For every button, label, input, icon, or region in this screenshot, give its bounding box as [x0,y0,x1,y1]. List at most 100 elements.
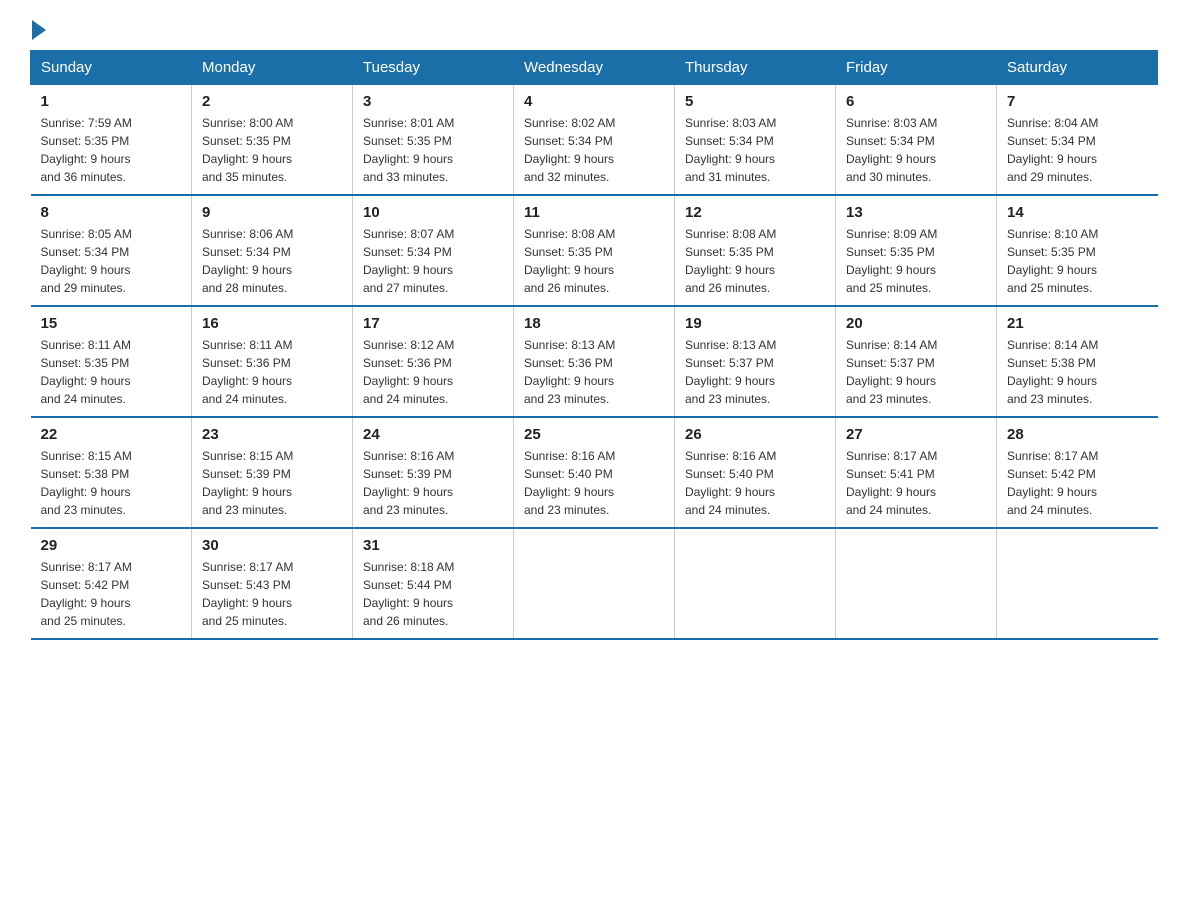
day-number: 5 [685,93,825,110]
day-number: 11 [524,204,664,221]
calendar-cell: 21 Sunrise: 8:14 AMSunset: 5:38 PMDayligh… [997,306,1158,417]
day-number: 20 [846,315,986,332]
calendar-cell: 22 Sunrise: 8:15 AMSunset: 5:38 PMDayligh… [31,417,192,528]
calendar-cell: 3 Sunrise: 8:01 AMSunset: 5:35 PMDaylight… [353,85,514,196]
weekday-header-saturday: Saturday [997,51,1158,85]
day-number: 12 [685,204,825,221]
calendar-cell: 5 Sunrise: 8:03 AMSunset: 5:34 PMDaylight… [675,85,836,196]
logo-arrow-icon [32,20,46,40]
weekday-header-wednesday: Wednesday [514,51,675,85]
day-number: 27 [846,426,986,443]
day-number: 29 [41,537,182,554]
calendar-cell: 16 Sunrise: 8:11 AMSunset: 5:36 PMDayligh… [192,306,353,417]
calendar-cell: 27 Sunrise: 8:17 AMSunset: 5:41 PMDayligh… [836,417,997,528]
calendar-cell: 11 Sunrise: 8:08 AMSunset: 5:35 PMDayligh… [514,195,675,306]
day-info: Sunrise: 8:18 AMSunset: 5:44 PMDaylight:… [363,560,454,628]
calendar-cell: 23 Sunrise: 8:15 AMSunset: 5:39 PMDayligh… [192,417,353,528]
day-info: Sunrise: 8:10 AMSunset: 5:35 PMDaylight:… [1007,227,1098,295]
day-info: Sunrise: 8:13 AMSunset: 5:37 PMDaylight:… [685,338,776,406]
week-row: 15 Sunrise: 8:11 AMSunset: 5:35 PMDayligh… [31,306,1158,417]
day-number: 8 [41,204,182,221]
day-info: Sunrise: 8:06 AMSunset: 5:34 PMDaylight:… [202,227,293,295]
day-info: Sunrise: 8:07 AMSunset: 5:34 PMDaylight:… [363,227,454,295]
logo [30,20,48,40]
day-number: 16 [202,315,342,332]
day-number: 30 [202,537,342,554]
day-number: 6 [846,93,986,110]
calendar-cell [997,528,1158,639]
weekday-row: SundayMondayTuesdayWednesdayThursdayFrid… [31,51,1158,85]
calendar-header: SundayMondayTuesdayWednesdayThursdayFrid… [31,51,1158,85]
day-number: 24 [363,426,503,443]
day-info: Sunrise: 8:15 AMSunset: 5:38 PMDaylight:… [41,449,132,517]
day-number: 19 [685,315,825,332]
calendar-cell: 4Sunrise: 8:02 AMSunset: 5:34 PMDaylight… [514,85,675,196]
day-info: Sunrise: 8:16 AMSunset: 5:39 PMDaylight:… [363,449,454,517]
calendar-cell: 30 Sunrise: 8:17 AMSunset: 5:43 PMDayligh… [192,528,353,639]
calendar-cell: 14 Sunrise: 8:10 AMSunset: 5:35 PMDayligh… [997,195,1158,306]
calendar-cell: 24 Sunrise: 8:16 AMSunset: 5:39 PMDayligh… [353,417,514,528]
calendar-cell: 13Sunrise: 8:09 AMSunset: 5:35 PMDayligh… [836,195,997,306]
day-number: 23 [202,426,342,443]
day-info: Sunrise: 8:03 AMSunset: 5:34 PMDaylight:… [685,116,776,184]
day-number: 7 [1007,93,1148,110]
day-info: Sunrise: 8:05 AMSunset: 5:34 PMDaylight:… [41,227,132,295]
weekday-header-tuesday: Tuesday [353,51,514,85]
weekday-header-sunday: Sunday [31,51,192,85]
day-info: Sunrise: 8:00 AMSunset: 5:35 PMDaylight:… [202,116,293,184]
day-number: 2 [202,93,342,110]
day-info: Sunrise: 8:11 AMSunset: 5:36 PMDaylight:… [202,338,293,406]
calendar-cell: 7 Sunrise: 8:04 AMSunset: 5:34 PMDaylight… [997,85,1158,196]
day-number: 14 [1007,204,1148,221]
day-number: 28 [1007,426,1148,443]
calendar-cell [675,528,836,639]
day-info: Sunrise: 8:08 AMSunset: 5:35 PMDaylight:… [524,227,615,295]
calendar-cell: 28 Sunrise: 8:17 AMSunset: 5:42 PMDayligh… [997,417,1158,528]
weekday-header-friday: Friday [836,51,997,85]
day-number: 25 [524,426,664,443]
day-number: 21 [1007,315,1148,332]
calendar-cell: 15 Sunrise: 8:11 AMSunset: 5:35 PMDayligh… [31,306,192,417]
day-info: Sunrise: 8:15 AMSunset: 5:39 PMDaylight:… [202,449,293,517]
day-number: 22 [41,426,182,443]
day-info: Sunrise: 8:02 AMSunset: 5:34 PMDaylight:… [524,116,615,184]
calendar-cell: 9 Sunrise: 8:06 AMSunset: 5:34 PMDaylight… [192,195,353,306]
calendar-cell: 26Sunrise: 8:16 AMSunset: 5:40 PMDayligh… [675,417,836,528]
calendar-body: 1 Sunrise: 7:59 AMSunset: 5:35 PMDaylight… [31,85,1158,640]
calendar-cell: 18 Sunrise: 8:13 AMSunset: 5:36 PMDayligh… [514,306,675,417]
calendar-cell: 2 Sunrise: 8:00 AMSunset: 5:35 PMDaylight… [192,85,353,196]
day-number: 1 [41,93,182,110]
calendar-cell: 31 Sunrise: 8:18 AMSunset: 5:44 PMDayligh… [353,528,514,639]
calendar-cell [514,528,675,639]
calendar-table: SundayMondayTuesdayWednesdayThursdayFrid… [30,50,1158,640]
day-info: Sunrise: 8:04 AMSunset: 5:34 PMDaylight:… [1007,116,1098,184]
day-number: 26 [685,426,825,443]
day-number: 31 [363,537,503,554]
day-info: Sunrise: 8:17 AMSunset: 5:42 PMDaylight:… [1007,449,1098,517]
day-number: 17 [363,315,503,332]
week-row: 1 Sunrise: 7:59 AMSunset: 5:35 PMDaylight… [31,85,1158,196]
day-info: Sunrise: 8:13 AMSunset: 5:36 PMDaylight:… [524,338,615,406]
day-info: Sunrise: 7:59 AMSunset: 5:35 PMDaylight:… [41,116,132,184]
day-info: Sunrise: 8:08 AMSunset: 5:35 PMDaylight:… [685,227,776,295]
day-info: Sunrise: 8:14 AMSunset: 5:38 PMDaylight:… [1007,338,1098,406]
page-header [30,20,1158,40]
day-info: Sunrise: 8:17 AMSunset: 5:42 PMDaylight:… [41,560,132,628]
calendar-cell: 20 Sunrise: 8:14 AMSunset: 5:37 PMDayligh… [836,306,997,417]
calendar-cell: 19 Sunrise: 8:13 AMSunset: 5:37 PMDayligh… [675,306,836,417]
week-row: 22 Sunrise: 8:15 AMSunset: 5:38 PMDayligh… [31,417,1158,528]
weekday-header-monday: Monday [192,51,353,85]
calendar-cell: 12 Sunrise: 8:08 AMSunset: 5:35 PMDayligh… [675,195,836,306]
calendar-cell: 1 Sunrise: 7:59 AMSunset: 5:35 PMDaylight… [31,85,192,196]
day-info: Sunrise: 8:17 AMSunset: 5:41 PMDaylight:… [846,449,937,517]
day-info: Sunrise: 8:01 AMSunset: 5:35 PMDaylight:… [363,116,454,184]
day-number: 15 [41,315,182,332]
day-info: Sunrise: 8:09 AMSunset: 5:35 PMDaylight:… [846,227,937,295]
day-info: Sunrise: 8:11 AMSunset: 5:35 PMDaylight:… [41,338,132,406]
day-info: Sunrise: 8:17 AMSunset: 5:43 PMDaylight:… [202,560,293,628]
day-number: 3 [363,93,503,110]
day-info: Sunrise: 8:14 AMSunset: 5:37 PMDaylight:… [846,338,937,406]
day-info: Sunrise: 8:03 AMSunset: 5:34 PMDaylight:… [846,116,937,184]
day-number: 18 [524,315,664,332]
day-number: 9 [202,204,342,221]
